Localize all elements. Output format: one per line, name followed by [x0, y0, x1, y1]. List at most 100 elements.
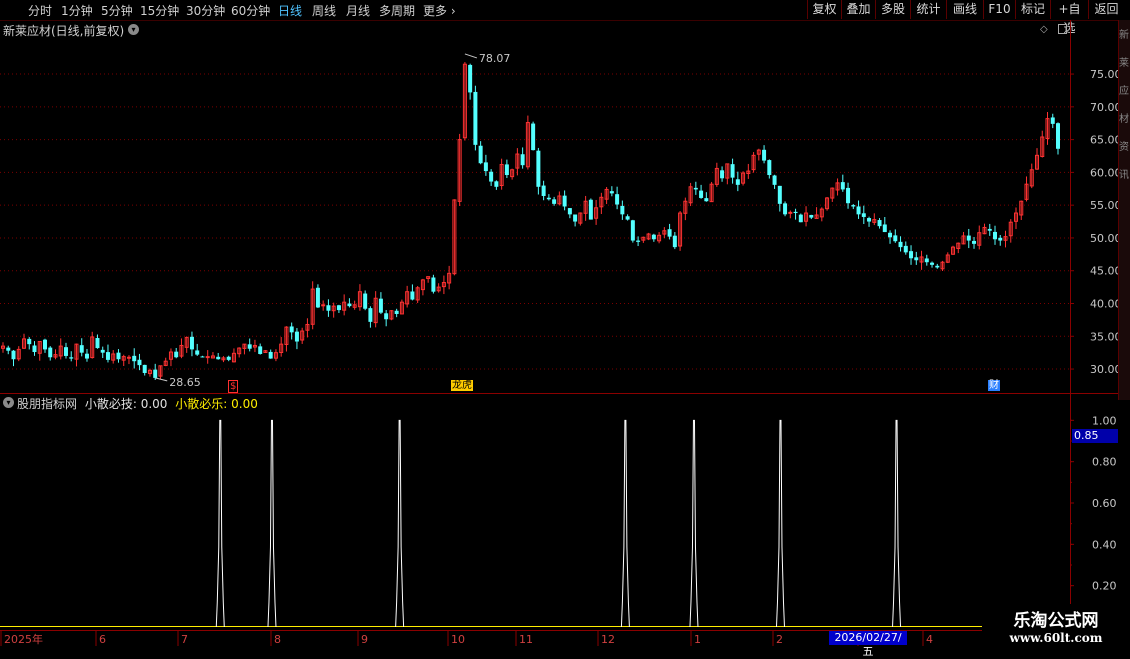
candle-body — [567, 208, 572, 215]
candle-body — [504, 164, 509, 176]
candle-body — [84, 353, 89, 359]
low-price-label: 28.65 — [169, 376, 201, 389]
side-char-1: 莱 — [1119, 58, 1129, 69]
candle-body — [651, 234, 656, 240]
indicator-tick-label: 0.40 — [1092, 538, 1117, 551]
watermark-title: 乐淘公式网 — [1013, 611, 1099, 631]
date-label: 10 — [451, 633, 465, 646]
side-char-5: 讯 — [1119, 170, 1129, 181]
kline-chart[interactable]: 75.00 70.00 65.00 60.00 55.00 50.00 45.00 40.00… — [0, 0, 1130, 650]
price-tick-label: 40.00 — [1090, 298, 1122, 311]
candle-body — [735, 179, 740, 185]
event-marker-dividend[interactable]: $ — [228, 380, 239, 393]
indicator-tick-label: 0.20 — [1092, 580, 1117, 593]
price-tick-label: 60.00 — [1090, 166, 1122, 179]
indicator-spike — [892, 419, 902, 628]
candle-body — [636, 240, 641, 242]
low-pointer — [155, 377, 168, 382]
candle-body — [966, 235, 971, 241]
price-tick-label: 30.00 — [1090, 363, 1122, 376]
price-tick-label: 75.00 — [1090, 68, 1122, 81]
candle-body — [772, 175, 777, 185]
candle-body — [195, 350, 200, 355]
candle-body — [762, 149, 767, 161]
candle-body — [478, 145, 483, 164]
candle-body — [494, 181, 499, 187]
candle-body — [531, 123, 536, 151]
candle-body — [699, 190, 704, 198]
side-char-2: 应 — [1119, 86, 1129, 97]
candle-body — [867, 218, 872, 222]
indicator-spike — [620, 419, 630, 628]
candle-body — [226, 356, 231, 360]
candle-body — [720, 170, 725, 179]
candle-body — [1050, 117, 1055, 124]
date-label: 2 — [776, 633, 783, 646]
candle-body — [294, 331, 299, 342]
indicator-spike — [775, 419, 785, 628]
candle-body — [431, 277, 436, 292]
candle-body — [6, 347, 11, 351]
indicator-spike — [215, 419, 225, 628]
candle-body — [153, 369, 158, 378]
date-label: 7 — [181, 633, 188, 646]
candle-body — [620, 205, 625, 215]
candle-body — [378, 298, 383, 313]
candle-body — [609, 191, 614, 194]
candle-body — [95, 338, 100, 349]
indicator-tick-label: 1.00 — [1092, 414, 1117, 427]
candle-body — [32, 345, 37, 353]
candle-body — [69, 357, 74, 359]
candle-body — [767, 160, 772, 176]
price-tick-label: 50.00 — [1090, 232, 1122, 245]
candle-body — [116, 352, 121, 360]
candle-body — [268, 351, 273, 359]
candle-body — [546, 197, 551, 200]
candle-body — [79, 345, 84, 353]
candle-body — [384, 313, 389, 320]
candle-body — [326, 305, 331, 311]
candle-body — [321, 304, 326, 307]
event-marker-finance[interactable]: 财 — [988, 380, 1000, 391]
high-pointer — [464, 53, 478, 59]
price-tick-label: 70.00 — [1090, 101, 1122, 114]
watermark: 乐淘公式网 www.60lt.com — [982, 604, 1130, 650]
date-label: 11 — [519, 633, 533, 646]
candle-body — [809, 214, 814, 218]
candle-body — [667, 229, 672, 237]
candle-body — [394, 310, 399, 314]
candle-body — [573, 214, 578, 222]
candle-body — [105, 352, 110, 360]
candle-body — [777, 185, 782, 204]
indicator-spike — [267, 419, 277, 628]
candle-body — [898, 241, 903, 248]
candle-body — [588, 199, 593, 220]
candle-body — [877, 220, 882, 227]
candle-body — [541, 185, 546, 196]
date-label: 12 — [601, 633, 615, 646]
candle-body — [903, 245, 908, 253]
price-tick-label: 45.00 — [1090, 265, 1122, 278]
side-char-3: 材 — [1119, 114, 1129, 125]
candle-body — [924, 258, 929, 263]
candle-body — [132, 355, 137, 362]
candle-body — [468, 64, 473, 93]
candle-body — [48, 347, 53, 358]
candle-body — [793, 211, 798, 214]
candle-body — [730, 164, 735, 178]
candle-body — [861, 213, 866, 217]
candle-body — [846, 187, 851, 204]
candle-body — [893, 235, 898, 242]
candle-body — [851, 205, 856, 207]
event-marker-dragon-tiger[interactable]: 龙虎 — [451, 380, 473, 391]
candle-body — [216, 356, 221, 360]
candle-body — [189, 336, 194, 350]
candle-body — [552, 199, 557, 204]
candle-body — [788, 211, 793, 214]
indicator-current-value: 0.85 — [1072, 429, 1118, 443]
indicator-tick-label: 0.80 — [1092, 456, 1117, 469]
candle-body — [882, 224, 887, 233]
candle-body — [27, 338, 32, 345]
candle-body — [142, 364, 147, 373]
side-scroll-column[interactable] — [1118, 20, 1130, 400]
